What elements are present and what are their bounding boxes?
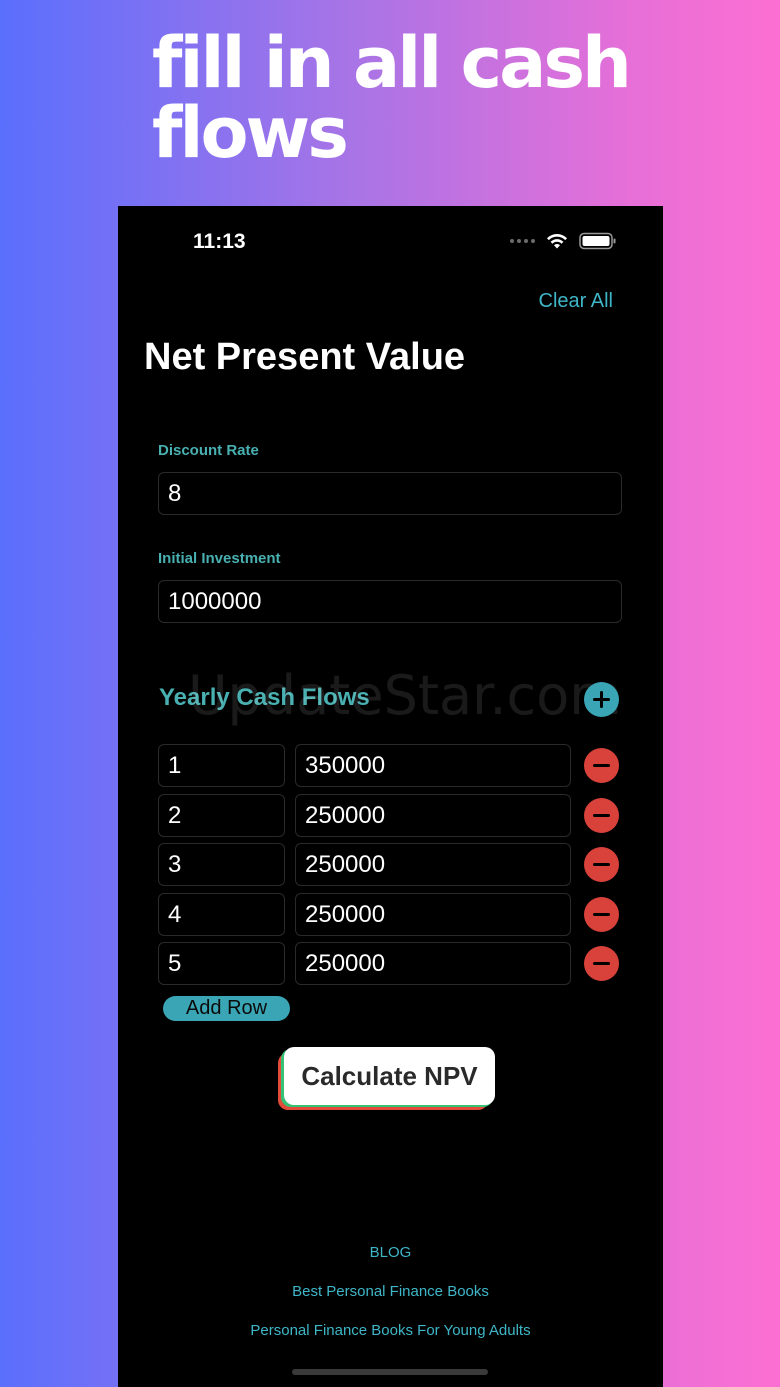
phone-screen: 11:13 Clear All Net Present Value Discou…: [118, 206, 663, 1387]
footer-link-blog[interactable]: BLOG: [118, 1244, 663, 1261]
minus-icon: [593, 764, 610, 767]
cash-flow-amount-input[interactable]: 250000: [295, 893, 571, 936]
headline: fill in all cash flows: [152, 22, 632, 174]
discount-rate-input[interactable]: 8: [158, 472, 622, 515]
remove-row-button[interactable]: [584, 798, 619, 833]
minus-icon: [593, 863, 610, 866]
remove-row-button[interactable]: [584, 897, 619, 932]
cash-flow-year-input[interactable]: 1: [158, 744, 285, 787]
battery-icon: [579, 232, 616, 250]
cash-flow-amount-input[interactable]: 250000: [295, 843, 571, 886]
add-row-button[interactable]: Add Row: [163, 996, 290, 1021]
cash-flow-amount-input[interactable]: 350000: [295, 744, 571, 787]
cash-flow-year-input[interactable]: 5: [158, 942, 285, 985]
remove-row-button[interactable]: [584, 946, 619, 981]
initial-investment-label: Initial Investment: [158, 550, 281, 567]
cash-flow-row: 4 250000: [158, 893, 620, 936]
minus-icon: [593, 962, 610, 965]
cash-flow-year-input[interactable]: 4: [158, 893, 285, 936]
footer-link-best-personal-finance-books[interactable]: Best Personal Finance Books: [118, 1283, 663, 1300]
minus-icon: [593, 814, 610, 817]
cash-flow-year-input[interactable]: 2: [158, 794, 285, 837]
cash-flow-amount-input[interactable]: 250000: [295, 794, 571, 837]
clear-all-button[interactable]: Clear All: [539, 290, 613, 313]
remove-row-button[interactable]: [584, 748, 619, 783]
cash-flow-year-input[interactable]: 3: [158, 843, 285, 886]
status-icons: [510, 230, 617, 252]
cash-flow-row: 2 250000: [158, 794, 620, 837]
calculate-npv-button[interactable]: Calculate NPV: [284, 1047, 495, 1105]
initial-investment-input[interactable]: 1000000: [158, 580, 622, 623]
remove-row-button[interactable]: [584, 847, 619, 882]
plus-icon: [593, 691, 610, 708]
cash-flow-amount-input[interactable]: 250000: [295, 942, 571, 985]
cash-flow-row: 1 350000: [158, 744, 620, 787]
home-indicator[interactable]: [292, 1369, 488, 1375]
cash-flow-row: 5 250000: [158, 942, 620, 985]
wifi-icon: [547, 233, 567, 249]
cellular-signal-icon: [510, 239, 535, 243]
footer-link-personal-finance-books-young-adults[interactable]: Personal Finance Books For Young Adults: [118, 1322, 663, 1339]
yearly-cash-flows-title: Yearly Cash Flows: [159, 684, 370, 711]
add-cash-flow-button[interactable]: [584, 682, 619, 717]
minus-icon: [593, 913, 610, 916]
discount-rate-label: Discount Rate: [158, 442, 259, 459]
page-title: Net Present Value: [144, 336, 466, 378]
cash-flow-row: 3 250000: [158, 843, 620, 886]
status-time: 11:13: [193, 230, 246, 253]
